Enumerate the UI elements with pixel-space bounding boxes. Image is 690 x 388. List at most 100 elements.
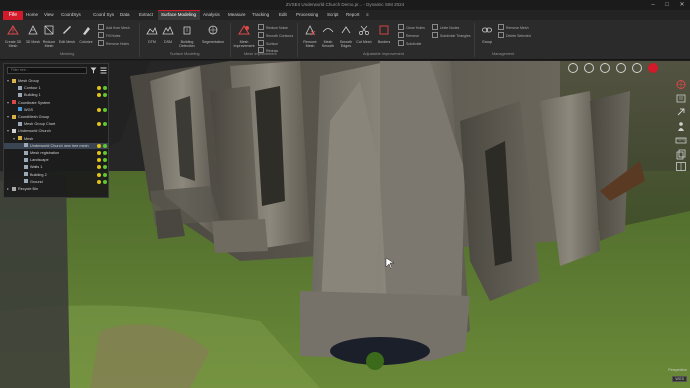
close-button[interactable]: ✕ [677,1,687,9]
tab-edit[interactable]: Edit [279,12,287,17]
tab-report[interactable]: Report [346,12,360,17]
tab-home[interactable]: Home [26,12,38,17]
tab-extract[interactable]: Extract [139,12,153,17]
tree-row[interactable]: ▾ Mesh Group [4,78,108,84]
visibility-status-icon[interactable] [103,93,107,98]
tree-row[interactable]: Mesh Group Chart [4,121,108,127]
chevron-down-icon[interactable]: ▾ [13,136,15,142]
record-icon[interactable] [648,63,658,73]
camera-icon[interactable] [632,63,642,73]
mesh-improvement-button[interactable]: Mesh Improvement [233,24,255,48]
lock-status-icon[interactable] [97,179,101,184]
chevron-right-icon[interactable]: ▸ [7,186,9,192]
chevron-down-icon[interactable]: ▾ [7,78,9,84]
visibility-status-icon[interactable] [103,165,107,170]
tab-analysis[interactable]: Analysis [203,12,220,17]
tab-tracking[interactable]: Tracking [252,12,269,17]
create-3d-mesh-button[interactable]: Create 3D Mesh [2,24,24,48]
person-icon[interactable] [675,121,687,132]
remove-holes-button[interactable]: Remove Holes [98,40,129,46]
lock-status-icon[interactable] [97,143,101,148]
remove-mesh-small-button[interactable]: Remove Mesh [498,24,529,30]
zoom-extents-icon[interactable] [568,63,578,73]
tab-data[interactable]: Data [120,12,130,17]
tree-row[interactable]: Walls 1 [4,164,108,170]
building-detection-button[interactable]: Building Detection [176,24,198,48]
tab-script[interactable]: Script [327,12,339,17]
chevron-down-icon[interactable]: ▾ [7,114,9,120]
pan-view-icon[interactable] [600,63,610,73]
tab-coordsys[interactable]: CoordSys [61,12,81,17]
visibility-status-icon[interactable] [103,158,107,163]
close-holes-button[interactable]: Close Holes [398,24,425,30]
lock-status-icon[interactable] [97,107,101,112]
tab-view[interactable]: View [44,12,54,17]
tree-row[interactable]: WGS [4,107,108,113]
tree-row[interactable]: ▾ CoordMesh Group [4,114,108,120]
visibility-status-icon[interactable] [103,151,107,155]
smooth-contours-button[interactable]: Smooth Contours [258,32,293,38]
tree-row[interactable]: ▾ Underworld Church [4,128,108,134]
ruler-icon[interactable] [675,135,687,146]
lock-status-icon[interactable] [97,158,101,163]
tab-coord-sys[interactable]: Coord Sys [93,12,114,17]
lock-status-icon[interactable] [97,122,101,127]
filter-icon[interactable] [90,67,97,74]
reduce-noise-button[interactable]: Reduce Noise [258,24,288,30]
lock-status-icon[interactable] [97,172,101,177]
visibility-status-icon[interactable] [103,86,107,91]
folder-icon [18,136,22,141]
tree-row[interactable]: Mesh registration [4,150,108,156]
tree-row[interactable]: ▾ Coordinate System [4,100,108,106]
coordinate-system-badge[interactable]: WGS [672,376,687,382]
borders-button[interactable]: Borders [373,24,395,44]
tree-row[interactable]: Underworld Church new tree mesh [4,142,108,149]
subdivide-button[interactable]: Subdivide [398,40,421,46]
subdivide-triangles-button[interactable]: Subdivide Triangles [432,32,471,38]
unite-nodes-button[interactable]: Unite Nodes [432,24,459,30]
copy-icon[interactable] [675,149,687,160]
tab-measure[interactable]: Measure [228,12,246,17]
layers-icon[interactable] [675,93,687,104]
tree-search-input[interactable]: Filter tree... [7,67,87,74]
surface-button[interactable]: Surface [258,40,278,46]
visibility-status-icon[interactable] [103,179,107,184]
lock-status-icon[interactable] [97,165,101,170]
remove-button[interactable]: Remove [398,32,419,38]
chevron-down-icon[interactable]: ▾ [7,128,9,134]
tree-row[interactable]: Building 1 [4,92,108,98]
target-icon[interactable] [675,79,687,90]
lock-status-icon[interactable] [97,93,101,98]
layout-icon[interactable] [675,161,687,172]
visibility-status-icon[interactable] [103,107,107,112]
tree-row[interactable]: ▾ Mesh [4,136,108,142]
tree-row[interactable]: Landscape [4,157,108,163]
lock-status-icon[interactable] [97,86,101,91]
visibility-status-icon[interactable] [103,143,107,148]
file-menu-button[interactable]: File [3,11,23,20]
cut-mesh-button[interactable]: Cut Mesh [353,24,375,44]
rotate-view-icon[interactable] [584,63,594,73]
tree-row[interactable]: ▸ Recycle Bin [4,186,108,192]
maximize-button[interactable]: □ [662,1,672,9]
group-button[interactable]: Group [476,24,498,44]
tab-processing[interactable]: Processing [296,12,318,17]
menu-icon[interactable] [100,67,107,74]
tree-row[interactable]: Ground [4,179,108,185]
menu-overflow-icon[interactable]: ≡ [366,12,369,17]
delete-selected-button[interactable]: Delete Selected [498,32,531,38]
segmentation-button[interactable]: Segmentation [202,24,224,44]
add-from-mesh-button[interactable]: Add from Mesh [98,24,130,30]
minimize-button[interactable]: – [648,1,658,9]
chevron-down-icon[interactable]: ▾ [7,100,9,106]
tree-row[interactable]: Building 2 [4,172,108,178]
lock-status-icon[interactable] [97,151,101,155]
orbit-icon[interactable] [616,63,626,73]
fill-holes-button[interactable]: Fill Holes [98,32,120,38]
arrow-icon[interactable] [675,107,687,118]
tab-surface-modeling[interactable]: Surface Modeling [161,12,196,17]
colorize-button[interactable]: Colorize [75,24,97,44]
tree-row[interactable]: Contour 1 [4,85,108,91]
visibility-status-icon[interactable] [103,122,107,127]
visibility-status-icon[interactable] [103,172,107,177]
